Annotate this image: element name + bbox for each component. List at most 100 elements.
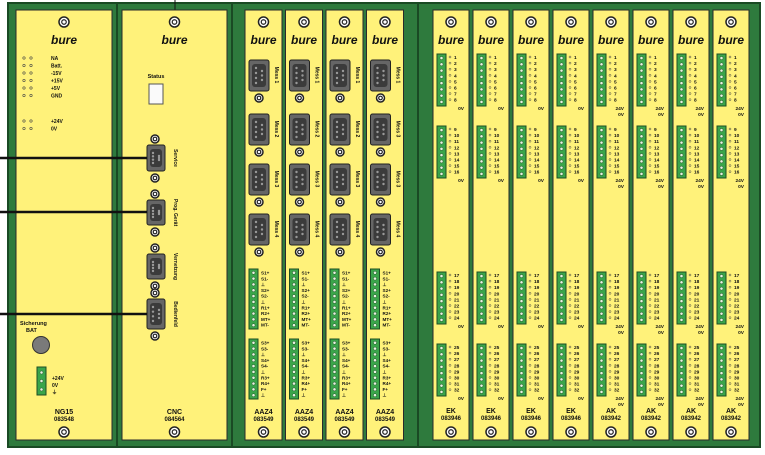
channel-label: 5 <box>734 79 737 85</box>
terminal-strip[interactable] <box>676 343 687 397</box>
terminal-strip[interactable] <box>516 271 527 325</box>
dsub-connector[interactable] <box>248 113 270 146</box>
terminal-strip[interactable] <box>476 271 487 325</box>
dsub-connector[interactable] <box>289 213 310 246</box>
dsub-connector[interactable] <box>248 163 270 196</box>
terminal-strip[interactable] <box>596 125 607 179</box>
dsub-connector[interactable] <box>329 213 351 246</box>
terminal-strip[interactable] <box>436 53 447 107</box>
dsub-connector[interactable] <box>146 144 166 172</box>
dsub-connector[interactable] <box>248 59 270 92</box>
terminal-strip[interactable] <box>716 343 727 397</box>
terminal-strip[interactable] <box>370 268 380 330</box>
dsub-pin <box>335 235 339 239</box>
mount-screw <box>685 426 697 438</box>
dsub-pin <box>254 235 258 239</box>
terminal-strip[interactable] <box>516 125 527 179</box>
terminal-strip[interactable] <box>556 125 567 179</box>
terminal-strip[interactable] <box>436 343 447 397</box>
dsub-connector[interactable] <box>289 59 310 92</box>
terminal-strip[interactable] <box>636 125 647 179</box>
terminal-strip[interactable] <box>370 338 380 400</box>
dsub-connector[interactable] <box>146 253 166 280</box>
terminal-hole <box>639 87 644 92</box>
terminal-hole <box>519 147 524 151</box>
signal-label: R2+ <box>261 311 270 316</box>
terminal-strip[interactable] <box>329 268 340 330</box>
fuse-holder[interactable] <box>32 336 50 354</box>
terminal-strip[interactable] <box>289 338 299 400</box>
channel-label: 17 <box>694 273 700 279</box>
terminal-strip[interactable] <box>596 53 607 107</box>
dsub-connector[interactable] <box>370 163 391 196</box>
terminal-strip[interactable] <box>436 125 447 179</box>
brand-logo: bure <box>291 33 317 47</box>
terminal-hole <box>292 270 296 275</box>
signal-label: R1+ <box>261 305 270 310</box>
terminal-strip[interactable] <box>636 343 647 397</box>
terminal-strip[interactable] <box>248 268 259 330</box>
channel-label: 26 <box>614 351 620 357</box>
terminal-strip[interactable] <box>556 271 567 325</box>
terminal-strip[interactable] <box>248 338 259 400</box>
terminal-hole <box>679 365 684 369</box>
module-code: 084564 <box>164 417 185 423</box>
module-aaz4: bureMess 1Mess 2Mess 3Mess 4S1+S1-⊥S2+S2… <box>285 9 323 441</box>
terminal-strip[interactable] <box>716 271 727 325</box>
mount-screw <box>257 16 270 28</box>
terminal-hole <box>679 358 684 363</box>
channel-label: 20 <box>494 291 500 297</box>
terminal-strip[interactable] <box>476 53 487 107</box>
dsub-connector[interactable] <box>329 59 351 92</box>
supply-label: 0V <box>618 184 625 190</box>
dsub-connector[interactable] <box>289 163 310 196</box>
terminal-strip[interactable] <box>476 125 487 179</box>
mount-screw-outer <box>375 247 386 257</box>
terminal-strip[interactable] <box>556 53 567 107</box>
mount-screw <box>335 247 345 257</box>
terminal-strip[interactable] <box>476 343 487 397</box>
dsub-connector[interactable] <box>370 59 391 92</box>
dsub-pin <box>341 223 345 227</box>
terminal-strip[interactable] <box>676 53 687 107</box>
supply-label: 24V <box>735 178 744 184</box>
channel-label: 3 <box>494 67 497 73</box>
dsub-connector[interactable] <box>329 163 351 196</box>
terminal-strip[interactable] <box>716 125 727 179</box>
terminal-strip[interactable] <box>676 125 687 179</box>
terminal-strip[interactable] <box>556 343 567 397</box>
terminal-hole <box>519 299 524 303</box>
channel-label: 10 <box>654 133 660 139</box>
channel-label: 24 <box>454 316 460 322</box>
terminal-hole <box>519 311 524 316</box>
terminal-strip[interactable] <box>636 271 647 325</box>
terminal-strip[interactable] <box>516 343 527 397</box>
dsub-connector[interactable] <box>370 213 391 246</box>
terminal-hole <box>292 305 296 310</box>
terminal-strip[interactable] <box>329 338 340 400</box>
dsub-connector[interactable] <box>289 113 310 146</box>
terminal-hole <box>439 100 444 104</box>
terminal-strip[interactable] <box>636 53 647 107</box>
terminal-strip[interactable] <box>516 53 527 107</box>
module-code: 083942 <box>641 416 662 422</box>
channel-label: 29 <box>494 369 500 375</box>
terminal-hole <box>679 274 684 278</box>
terminal-strip[interactable] <box>596 271 607 325</box>
dsub-connector[interactable] <box>248 213 270 246</box>
terminal-hole <box>251 375 256 380</box>
dsub-connector[interactable] <box>370 113 391 146</box>
terminal-strip[interactable] <box>716 53 727 107</box>
dsub-pin <box>260 232 264 236</box>
dsub-pin <box>260 132 264 136</box>
terminal-strip[interactable] <box>436 271 447 325</box>
signal-label: MT- <box>342 323 350 328</box>
terminal-strip[interactable] <box>676 271 687 325</box>
terminal-strip[interactable] <box>36 366 47 396</box>
terminal-hole <box>479 318 484 322</box>
dsub-connector[interactable] <box>329 113 351 146</box>
terminal-strip[interactable] <box>596 343 607 397</box>
dsub-connector[interactable] <box>146 298 166 330</box>
terminal-strip[interactable] <box>289 268 299 330</box>
dsub-connector[interactable] <box>146 199 166 226</box>
